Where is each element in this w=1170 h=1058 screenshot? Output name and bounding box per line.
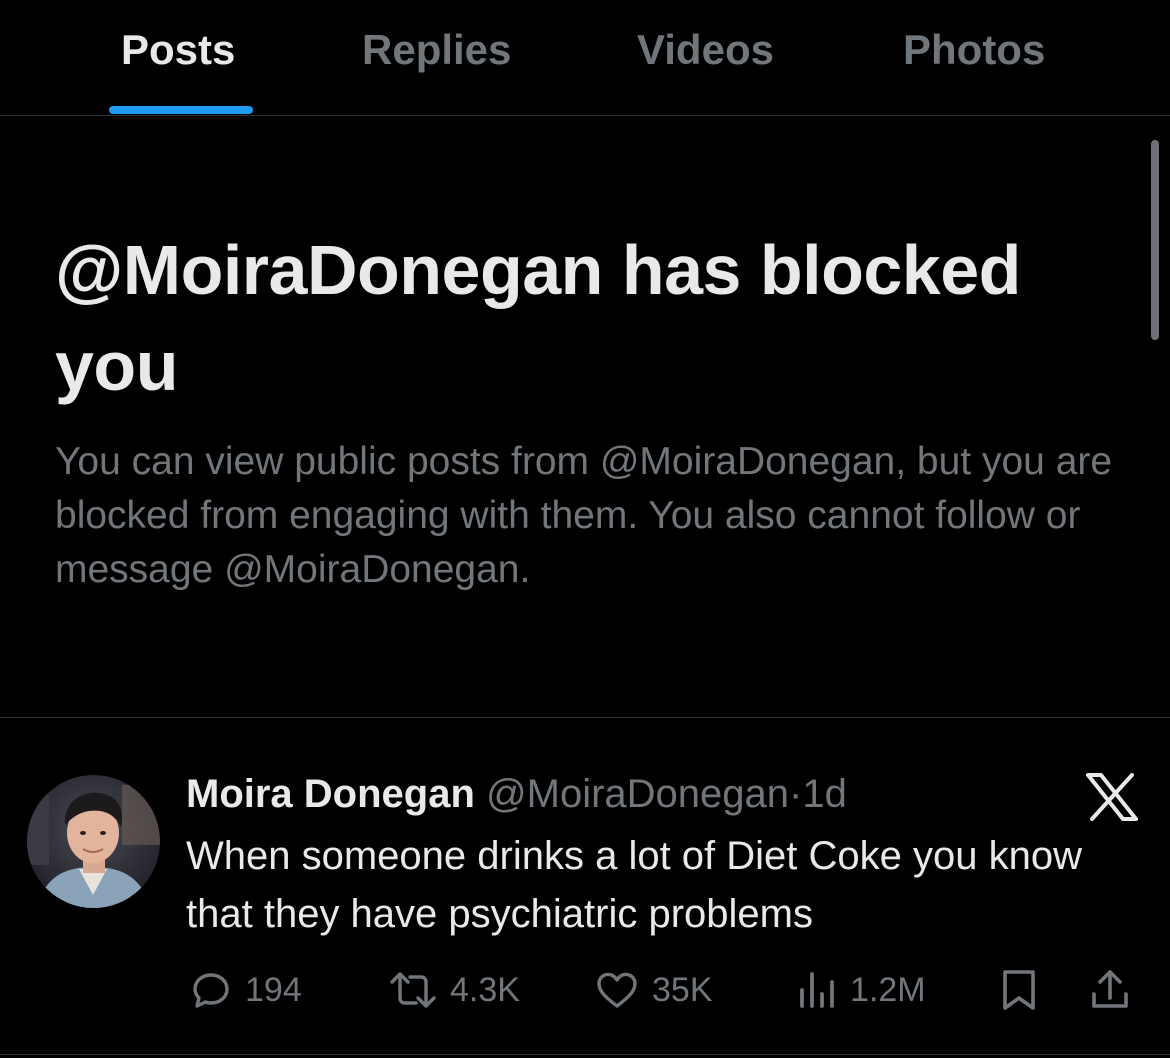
- x-logo-icon: [1086, 773, 1138, 821]
- heart-icon: [592, 966, 642, 1014]
- reply-icon: [187, 966, 235, 1014]
- separator-dot: ·: [789, 772, 803, 816]
- share-button[interactable]: [1088, 962, 1132, 1018]
- author-handle[interactable]: @MoiraDonegan: [486, 772, 789, 816]
- like-count: 35K: [652, 970, 713, 1009]
- tweet-actions: 194 4.3K 35K 1.2M: [0, 962, 1170, 1018]
- repost-count: 4.3K: [450, 970, 520, 1009]
- author-name[interactable]: Moira Donegan: [186, 772, 475, 816]
- active-tab-indicator: [109, 106, 253, 114]
- avatar-image: [27, 775, 160, 908]
- tweet-text: When someone drinks a lot of Diet Coke y…: [186, 834, 1082, 936]
- views-count: 1.2M: [850, 970, 926, 1009]
- profile-tabs: Posts Replies Videos Photos: [0, 0, 1170, 116]
- tab-photos[interactable]: Photos: [903, 26, 1045, 74]
- reply-button[interactable]: 194: [187, 962, 302, 1018]
- repost-icon: [386, 966, 440, 1014]
- tab-posts[interactable]: Posts: [121, 26, 235, 74]
- bookmark-button[interactable]: [997, 962, 1041, 1018]
- share-icon: [1088, 966, 1132, 1014]
- tab-replies[interactable]: Replies: [362, 26, 511, 74]
- blocked-title: @MoiraDonegan has blocked you: [55, 231, 1021, 405]
- views-button[interactable]: 1.2M: [796, 962, 926, 1018]
- bookmark-icon: [997, 966, 1041, 1014]
- reply-count: 194: [245, 970, 302, 1009]
- tweet-header: Moira Donegan @MoiraDonegan·1d: [186, 770, 847, 818]
- blocked-description: You can view public posts from @MoiraDon…: [55, 440, 1113, 591]
- repost-button[interactable]: 4.3K: [386, 962, 520, 1018]
- post-time[interactable]: 1d: [802, 772, 847, 816]
- tab-videos[interactable]: Videos: [637, 26, 774, 74]
- scrollbar[interactable]: [1151, 140, 1159, 340]
- divider: [0, 717, 1170, 718]
- views-icon: [796, 966, 840, 1014]
- avatar[interactable]: [27, 775, 160, 908]
- divider: [0, 1054, 1170, 1055]
- like-button[interactable]: 35K: [592, 962, 713, 1018]
